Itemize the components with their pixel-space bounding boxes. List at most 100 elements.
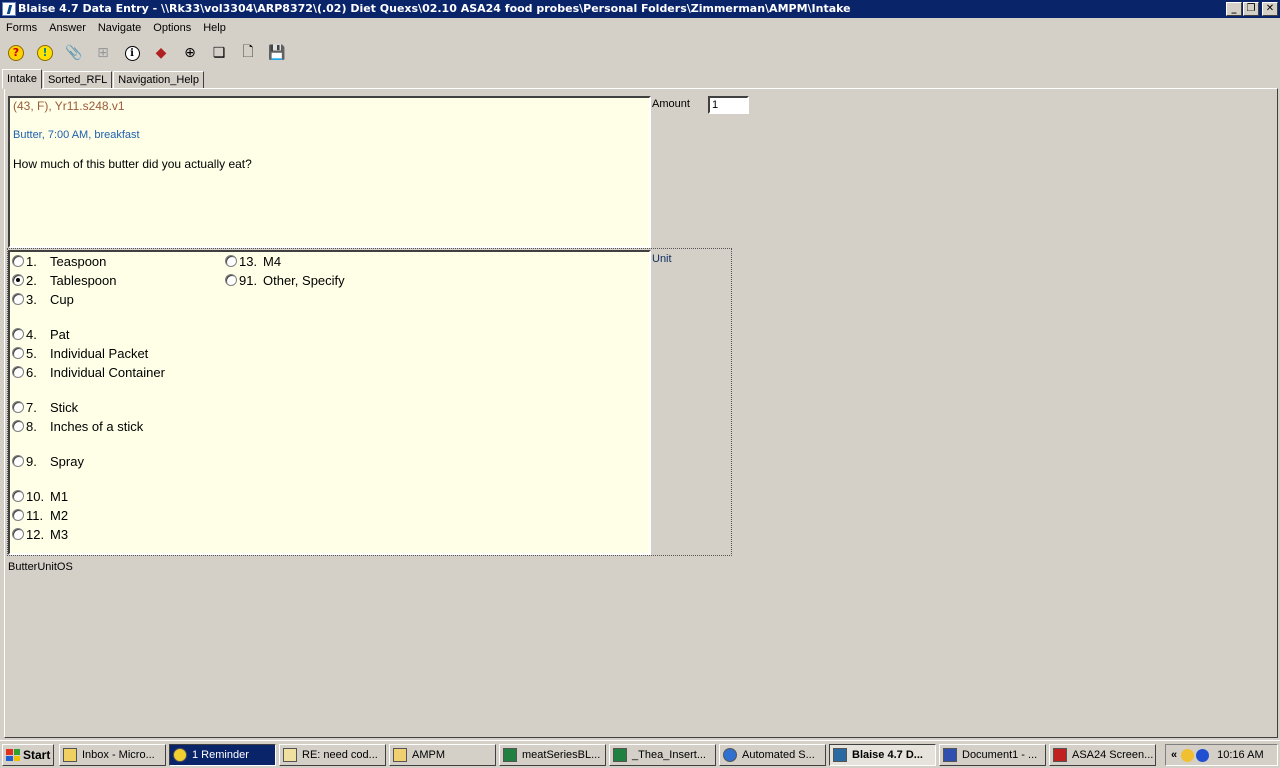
clock: 10:16 AM xyxy=(1217,749,1264,761)
excel-icon xyxy=(503,748,517,762)
tab-strip: Intake Sorted_RFL Navigation_Help xyxy=(2,69,205,89)
menu-options[interactable]: Options xyxy=(147,22,197,34)
task-thea-insert[interactable]: _Thea_Insert... xyxy=(609,744,716,766)
windows-logo-icon xyxy=(6,749,20,761)
tray-expand-icon[interactable]: « xyxy=(1171,749,1177,761)
radio-button[interactable] xyxy=(12,293,24,305)
title-bar: Blaise 4.7 Data Entry - \\Rk33\vol3304\A… xyxy=(0,0,1280,18)
option-m3[interactable]: 12. M3 xyxy=(12,526,68,542)
window-title: Blaise 4.7 Data Entry - \\Rk33\vol3304\A… xyxy=(18,2,851,15)
tag-button[interactable]: ◆ xyxy=(149,41,173,65)
option-m2[interactable]: 11. M2 xyxy=(12,507,68,523)
radio-button[interactable] xyxy=(12,347,24,359)
taskbar: Start Inbox - Micro... 1 Reminder RE: ne… xyxy=(0,740,1280,768)
task-email-reply[interactable]: RE: need cod... xyxy=(279,744,386,766)
tab-navigation-help[interactable]: Navigation_Help xyxy=(113,71,204,89)
tray-app-icon[interactable] xyxy=(1181,748,1195,762)
option-other-specify[interactable]: 91. Other, Specify xyxy=(225,272,345,288)
option-inches-of-a-stick[interactable]: 8. Inches of a stick xyxy=(12,418,143,434)
option-cup[interactable]: 3. Cup xyxy=(12,291,74,307)
option-m4[interactable]: 13. M4 xyxy=(225,253,281,269)
option-spray[interactable]: 9. Spray xyxy=(12,453,84,469)
option-pat[interactable]: 4. Pat xyxy=(12,326,70,342)
pdf-icon xyxy=(1053,748,1067,762)
pages-button[interactable]: ❏ xyxy=(207,41,231,65)
word-icon xyxy=(943,748,957,762)
amount-label: Amount xyxy=(652,98,690,110)
radio-button[interactable] xyxy=(12,509,24,521)
folder-icon xyxy=(393,748,407,762)
task-reminder[interactable]: 1 Reminder xyxy=(169,744,276,766)
info-button[interactable]: i xyxy=(120,41,144,65)
close-button[interactable]: ✕ xyxy=(1262,2,1278,16)
unit-label: Unit xyxy=(652,253,672,265)
field-name-label: ButterUnitOS xyxy=(8,561,73,573)
tab-intake[interactable]: Intake xyxy=(2,69,42,89)
menu-bar: Forms Answer Navigate Options Help xyxy=(0,18,1280,38)
minimize-button[interactable]: _ xyxy=(1226,2,1242,16)
radio-button[interactable] xyxy=(12,328,24,340)
info-icon: i xyxy=(124,45,140,61)
attach-button[interactable]: 📎 xyxy=(62,41,86,65)
excel-icon xyxy=(613,748,627,762)
tag-icon: ◆ xyxy=(155,45,167,61)
question-id: (43, F), Yr11.s248.v1 xyxy=(13,99,125,113)
tab-sorted-rfl[interactable]: Sorted_RFL xyxy=(42,71,113,89)
blaise-app-icon xyxy=(833,748,847,762)
question-context: Butter, 7:00 AM, breakfast xyxy=(13,129,140,141)
radio-button[interactable] xyxy=(12,401,24,413)
answer-pane: 1. Teaspoon 2. Tablespoon 3. Cup 4. Pat 5. In… xyxy=(8,250,651,555)
task-inbox[interactable]: Inbox - Micro... xyxy=(59,744,166,766)
alert-icon: ! xyxy=(37,45,53,61)
radio-button[interactable] xyxy=(225,274,237,286)
tree-icon: ⊞ xyxy=(97,45,109,61)
alert-button[interactable]: ! xyxy=(33,41,57,65)
outlook-icon xyxy=(63,748,77,762)
new-button[interactable]: 🗋 xyxy=(236,41,260,65)
amount-field[interactable]: 1 xyxy=(708,96,749,114)
menu-answer[interactable]: Answer xyxy=(43,22,92,34)
paperclip-icon: 📎 xyxy=(65,45,83,61)
task-automated[interactable]: Automated S... xyxy=(719,744,826,766)
option-teaspoon[interactable]: 1. Teaspoon xyxy=(12,253,106,269)
radio-button-selected[interactable] xyxy=(12,274,24,286)
task-document1[interactable]: Document1 - ... xyxy=(939,744,1046,766)
blaise-app-icon xyxy=(2,2,16,16)
find-button[interactable]: ⊕ xyxy=(178,41,202,65)
tree-button[interactable]: ⊞ xyxy=(91,41,115,65)
option-individual-packet[interactable]: 5. Individual Packet xyxy=(12,345,148,361)
restore-button[interactable]: ❐ xyxy=(1243,2,1259,16)
question-text: How much of this butter did you actually… xyxy=(13,157,252,171)
menu-forms[interactable]: Forms xyxy=(0,22,43,34)
new-document-icon: 🗋 xyxy=(242,44,254,60)
option-individual-container[interactable]: 6. Individual Container xyxy=(12,364,165,380)
option-stick[interactable]: 7. Stick xyxy=(12,399,78,415)
radio-button[interactable] xyxy=(225,255,237,267)
help-button[interactable]: ? xyxy=(4,41,28,65)
radio-button[interactable] xyxy=(12,366,24,378)
radio-button[interactable] xyxy=(12,528,24,540)
bell-icon xyxy=(173,748,187,762)
radio-button[interactable] xyxy=(12,455,24,467)
tray-network-icon[interactable] xyxy=(1196,748,1210,762)
task-asa24-screen[interactable]: ASA24 Screen... xyxy=(1049,744,1156,766)
start-button[interactable]: Start xyxy=(2,744,54,766)
save-button[interactable]: 💾 xyxy=(265,41,289,65)
browser-icon xyxy=(723,748,737,762)
help-icon: ? xyxy=(8,45,24,61)
save-icon: 💾 xyxy=(268,45,286,61)
task-ampm-folder[interactable]: AMPM xyxy=(389,744,496,766)
task-blaise[interactable]: Blaise 4.7 D... xyxy=(829,744,936,766)
task-meatseries[interactable]: meatSeriesBL... xyxy=(499,744,606,766)
envelope-icon xyxy=(283,748,297,762)
radio-button[interactable] xyxy=(12,255,24,267)
radio-button[interactable] xyxy=(12,490,24,502)
option-m1[interactable]: 10. M1 xyxy=(12,488,68,504)
binoculars-icon: ⊕ xyxy=(184,45,196,61)
system-tray: « 10:16 AM xyxy=(1165,744,1278,766)
radio-button[interactable] xyxy=(12,420,24,432)
menu-navigate[interactable]: Navigate xyxy=(92,22,147,34)
menu-help[interactable]: Help xyxy=(197,22,232,34)
question-pane: (43, F), Yr11.s248.v1 Butter, 7:00 AM, b… xyxy=(8,96,651,248)
option-tablespoon[interactable]: 2. Tablespoon xyxy=(12,272,117,288)
